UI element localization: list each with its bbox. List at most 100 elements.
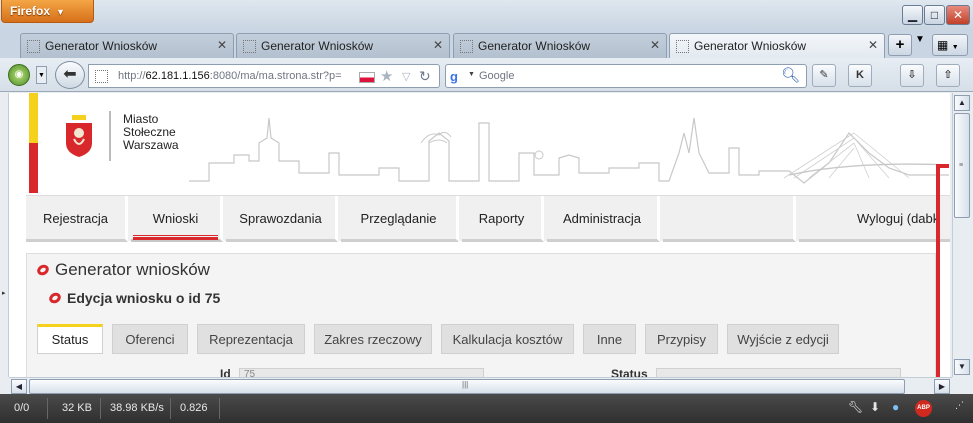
vertical-scroll-thumb[interactable]: ≡ [954, 113, 970, 218]
warsaw-ring-icon [35, 262, 51, 278]
close-window-button[interactable]: ✕ [946, 5, 970, 25]
new-tab-button[interactable]: + [888, 34, 912, 56]
browser-tab-2[interactable]: Generator Wniosków ✕ [236, 33, 450, 58]
page-viewport: Miasto Stołeczne Warszawa Rejestracja Wn… [9, 93, 950, 377]
browser-tab-4[interactable]: Generator Wniosków ✕ [669, 33, 885, 58]
adblock-plus-icon[interactable]: ABP [915, 400, 932, 417]
warsaw-ring-icon [47, 290, 63, 306]
status-bar: 0/0 32 KB 38.98 KB/s 0.826 🔧︎ ⬇ ● ABP ⋰ [0, 394, 973, 423]
tab-label: Reprezentacja [209, 332, 293, 347]
menu-item-wnioski[interactable]: Wnioski [131, 196, 223, 242]
url-scheme: http:// [118, 70, 146, 82]
bookmark-star-icon[interactable]: ★ [380, 67, 393, 85]
close-tab-icon[interactable]: ✕ [650, 38, 660, 52]
back-arrow-icon: ⬅ [63, 66, 77, 83]
browser-tab-3[interactable]: Generator Wniosków ✕ [453, 33, 667, 58]
scroll-up-arrow-icon[interactable]: ▲ [954, 95, 970, 111]
panel-subtitle-text: Edycja wniosku o id 75 [67, 290, 221, 306]
tab-label: Kalkulacja kosztów [452, 332, 563, 347]
window-controls: ▁ □ ✕ [902, 5, 970, 25]
maximize-button[interactable]: □ [924, 5, 945, 25]
scroll-right-arrow-icon[interactable]: ▶ [934, 379, 950, 394]
url-history-dropdown-icon[interactable]: ▽ [402, 70, 410, 83]
k-addon-icon[interactable]: K [848, 64, 872, 87]
url-bar[interactable]: http://62.181.1.156:8080/ma/ma.strona.st… [88, 64, 440, 88]
browser-tab-1[interactable]: Generator Wniosków ✕ [20, 33, 234, 58]
tab-zakres-rzeczowy[interactable]: Zakres rzeczowy [314, 324, 432, 354]
menu-item-sprawozdania[interactable]: Sprawozdania [226, 196, 338, 242]
grip-icon: ||| [462, 380, 469, 389]
logo-divider [109, 111, 111, 161]
minimize-button[interactable]: ▁ [902, 5, 923, 25]
menu-item-raporty[interactable]: Raporty [462, 196, 544, 242]
menu-item-przegladanie[interactable]: Przeglądanie [341, 196, 459, 242]
firefox-menu-button[interactable]: Firefox ▼ [1, 0, 94, 23]
tab-label: Zakres rzeczowy [324, 332, 422, 347]
close-tab-icon[interactable]: ✕ [868, 38, 878, 52]
red-decoration-line [936, 164, 940, 377]
scroll-down-arrow-icon[interactable]: ▼ [954, 359, 970, 375]
close-tab-icon[interactable]: ✕ [217, 38, 227, 52]
window-titlebar: Firefox ▼ ▁ □ ✕ [0, 0, 973, 30]
panel-title: Generator wniosków [35, 260, 210, 280]
search-icon[interactable]: 🔍︎ [781, 66, 800, 84]
status-separator [47, 398, 48, 419]
active-underline-thin [133, 235, 218, 236]
grip-icon: ≡ [959, 162, 964, 169]
chevron-down-icon: ▼ [56, 7, 65, 17]
status-separator [170, 398, 171, 419]
tab-wyjscie-z-edycji[interactable]: Wyjście z edycji [727, 324, 839, 354]
url-host: 62.181.1.156 [145, 70, 210, 82]
logout-link[interactable]: Wyloguj (dabk [799, 196, 950, 242]
globe-icon[interactable]: ● [892, 400, 899, 414]
horizontal-scroll-thumb[interactable]: ||| [29, 379, 905, 394]
page-favicon-icon [676, 40, 689, 53]
site-identity-icon[interactable] [95, 70, 108, 83]
menu-item-administracja[interactable]: Administracja [547, 196, 660, 242]
main-menu: Rejestracja Wnioski Sprawozdania Przeglą… [26, 195, 950, 242]
download-status-icon[interactable]: ⬇ [870, 400, 880, 414]
city-name-line3: Warszawa [123, 138, 179, 152]
google-icon[interactable]: g [450, 69, 466, 85]
search-engine-dropdown-icon[interactable]: ▼ [468, 71, 475, 78]
id-field[interactable]: 75 [239, 368, 484, 377]
search-placeholder: Google [479, 70, 515, 82]
highlighter-icon[interactable]: ✎ [812, 64, 836, 87]
list-all-tabs-icon[interactable]: ▼ [915, 34, 925, 45]
menu-item-label: Rejestracja [42, 211, 109, 226]
upload-addon-icon[interactable]: ⇧ [936, 64, 960, 87]
tab-groups-button[interactable]: ▦ ▼ [932, 34, 968, 56]
url-text[interactable]: http://62.181.1.156:8080/ma/ma.strona.st… [118, 70, 342, 82]
addon-green-icon[interactable]: ◉ [8, 64, 30, 86]
status-field[interactable] [656, 368, 901, 377]
warsaw-crest-icon [66, 115, 92, 157]
wrench-icon[interactable]: 🔧︎ [848, 400, 863, 414]
page-favicon-icon [243, 40, 256, 53]
logout-label: Wyloguj (dabk [857, 211, 940, 226]
vertical-scrollbar[interactable]: ▲ ≡ ▼ [952, 93, 970, 377]
tab-oferenci[interactable]: Oferenci [112, 324, 188, 354]
sidebar-splitter[interactable]: ▸ [0, 93, 9, 377]
search-bar[interactable]: g ▼ Google 🔍︎ [445, 64, 807, 88]
page-favicon-icon [27, 40, 40, 53]
scroll-left-arrow-icon[interactable]: ◀ [11, 379, 27, 394]
menu-item-label: Administracja [562, 211, 642, 226]
addon-dropdown-icon[interactable]: ▼ [36, 66, 47, 84]
resize-grip-icon[interactable]: ⋰ [955, 400, 964, 411]
tab-status[interactable]: Status [37, 324, 103, 354]
horizontal-scrollbar[interactable]: ◀ ||| ▶ [9, 377, 952, 394]
tab-reprezentacja[interactable]: Reprezentacja [197, 324, 305, 354]
menu-item-rejestracja[interactable]: Rejestracja [26, 196, 128, 242]
chevron-down-icon: ▼ [951, 44, 959, 51]
tab-kalkulacja-kosztow[interactable]: Kalkulacja kosztów [441, 324, 574, 354]
tab-inne[interactable]: Inne [583, 324, 636, 354]
reload-icon[interactable]: ↻ [419, 68, 431, 85]
page-size: 32 KB [62, 402, 92, 414]
tab-label: Inne [596, 332, 623, 347]
load-time: 0.826 [180, 402, 208, 414]
close-tab-icon[interactable]: ✕ [433, 38, 443, 52]
tab-przypisy[interactable]: Przypisy [645, 324, 718, 354]
download-addon-icon[interactable]: ⇩ [900, 64, 924, 87]
yellow-stripe [29, 93, 38, 143]
back-button[interactable]: ⬅ [55, 61, 85, 89]
